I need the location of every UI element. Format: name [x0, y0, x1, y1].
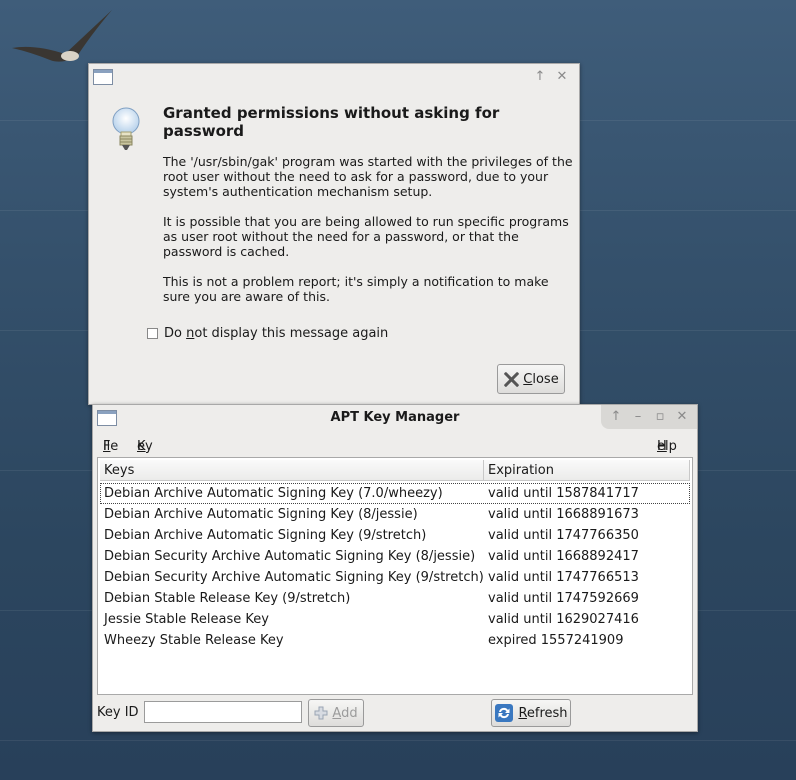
key-name: Debian Archive Automatic Signing Key (9/… [104, 528, 427, 543]
dialog-paragraph-3: This is not a problem report; it's simpl… [163, 274, 549, 304]
table-row[interactable]: Jessie Stable Release Key valid until 162… [100, 609, 690, 630]
key-expiration: valid until 1747766350 [488, 528, 639, 543]
key-name: Wheezy Stable Release Key [104, 633, 284, 648]
close-x-icon [503, 371, 519, 387]
apt-key-manager-window: APT Key Manager ↑ – ▫ ✕ File Key Help Ke… [92, 404, 698, 732]
key-expiration: valid until 1747592669 [488, 591, 639, 606]
keys-list[interactable]: Keys Expiration Debian Archive Automatic… [97, 457, 693, 695]
key-name: Debian Archive Automatic Signing Key (7.… [104, 486, 443, 501]
column-header-keys[interactable]: Keys [100, 460, 484, 481]
close-icon[interactable]: ✕ [555, 70, 569, 84]
dialog-title: Granted permissions without asking for p… [163, 104, 500, 140]
key-name: Debian Security Archive Automatic Signin… [104, 570, 484, 585]
maximize-icon[interactable]: ↑ [533, 70, 547, 84]
lightbulb-icon [112, 107, 140, 150]
permission-dialog: ↑ ✕ Granted permissions without asking f… [88, 63, 580, 405]
table-row[interactable]: Debian Stable Release Key (9/stretch) val… [100, 588, 690, 609]
column-header-expiration[interactable]: Expiration [484, 460, 690, 481]
table-row[interactable]: Wheezy Stable Release Key expired 1557241… [100, 630, 690, 651]
seagull-image [12, 10, 112, 62]
key-name: Debian Stable Release Key (9/stretch) [104, 591, 351, 606]
key-expiration: valid until 1747766513 [488, 570, 639, 585]
add-button-label: Add [332, 705, 358, 721]
keyid-input[interactable] [144, 701, 302, 723]
table-row[interactable]: Debian Archive Automatic Signing Key (7.… [100, 483, 690, 504]
table-row[interactable]: Debian Security Archive Automatic Signin… [100, 567, 690, 588]
key-name: Debian Security Archive Automatic Signin… [104, 549, 476, 564]
close-icon[interactable]: ✕ [675, 410, 689, 424]
close-button-label: Close [523, 371, 559, 387]
dialog-paragraph-1: The '/usr/sbin/gak' program was started … [163, 154, 573, 199]
checkbox-box[interactable] [147, 328, 158, 339]
key-expiration: valid until 1668892417 [488, 549, 639, 564]
key-name: Jessie Stable Release Key [104, 612, 269, 627]
key-expiration: valid until 1629027416 [488, 612, 639, 627]
keyid-label: Key ID [97, 705, 139, 720]
bottom-toolbar: Key ID Add Refresh [93, 699, 697, 729]
dont-display-again-checkbox[interactable]: Do not display this message again [147, 326, 388, 341]
window-buttons: ↑ – ▫ ✕ [601, 405, 697, 429]
titlebar[interactable]: APT Key Manager ↑ – ▫ ✕ [93, 405, 697, 431]
minimize-icon[interactable]: – [631, 410, 645, 424]
menubar: File Key Help [103, 439, 677, 454]
key-name: Debian Archive Automatic Signing Key (8/… [104, 507, 418, 522]
raise-icon[interactable]: ↑ [609, 410, 623, 424]
key-expiration: expired 1557241909 [488, 633, 624, 648]
add-button[interactable]: Add [308, 699, 364, 727]
table-row[interactable]: Debian Archive Automatic Signing Key (8/… [100, 504, 690, 525]
table-row[interactable]: Debian Security Archive Automatic Signin… [100, 546, 690, 567]
table-row[interactable]: Debian Archive Automatic Signing Key (9/… [100, 525, 690, 546]
key-expiration: valid until 1668891673 [488, 507, 639, 522]
checkbox-label: Do not display this message again [164, 326, 389, 341]
close-button[interactable]: Close [497, 364, 565, 394]
dialog-paragraph-2: It is possible that you are being allowe… [163, 214, 569, 259]
plus-icon [314, 706, 328, 720]
restore-icon[interactable]: ▫ [653, 410, 667, 424]
refresh-button-label: Refresh [518, 705, 568, 721]
refresh-button[interactable]: Refresh [491, 699, 571, 727]
key-expiration: valid until 1587841717 [488, 486, 639, 501]
refresh-icon [495, 704, 514, 722]
window-menu-icon[interactable] [93, 69, 113, 85]
